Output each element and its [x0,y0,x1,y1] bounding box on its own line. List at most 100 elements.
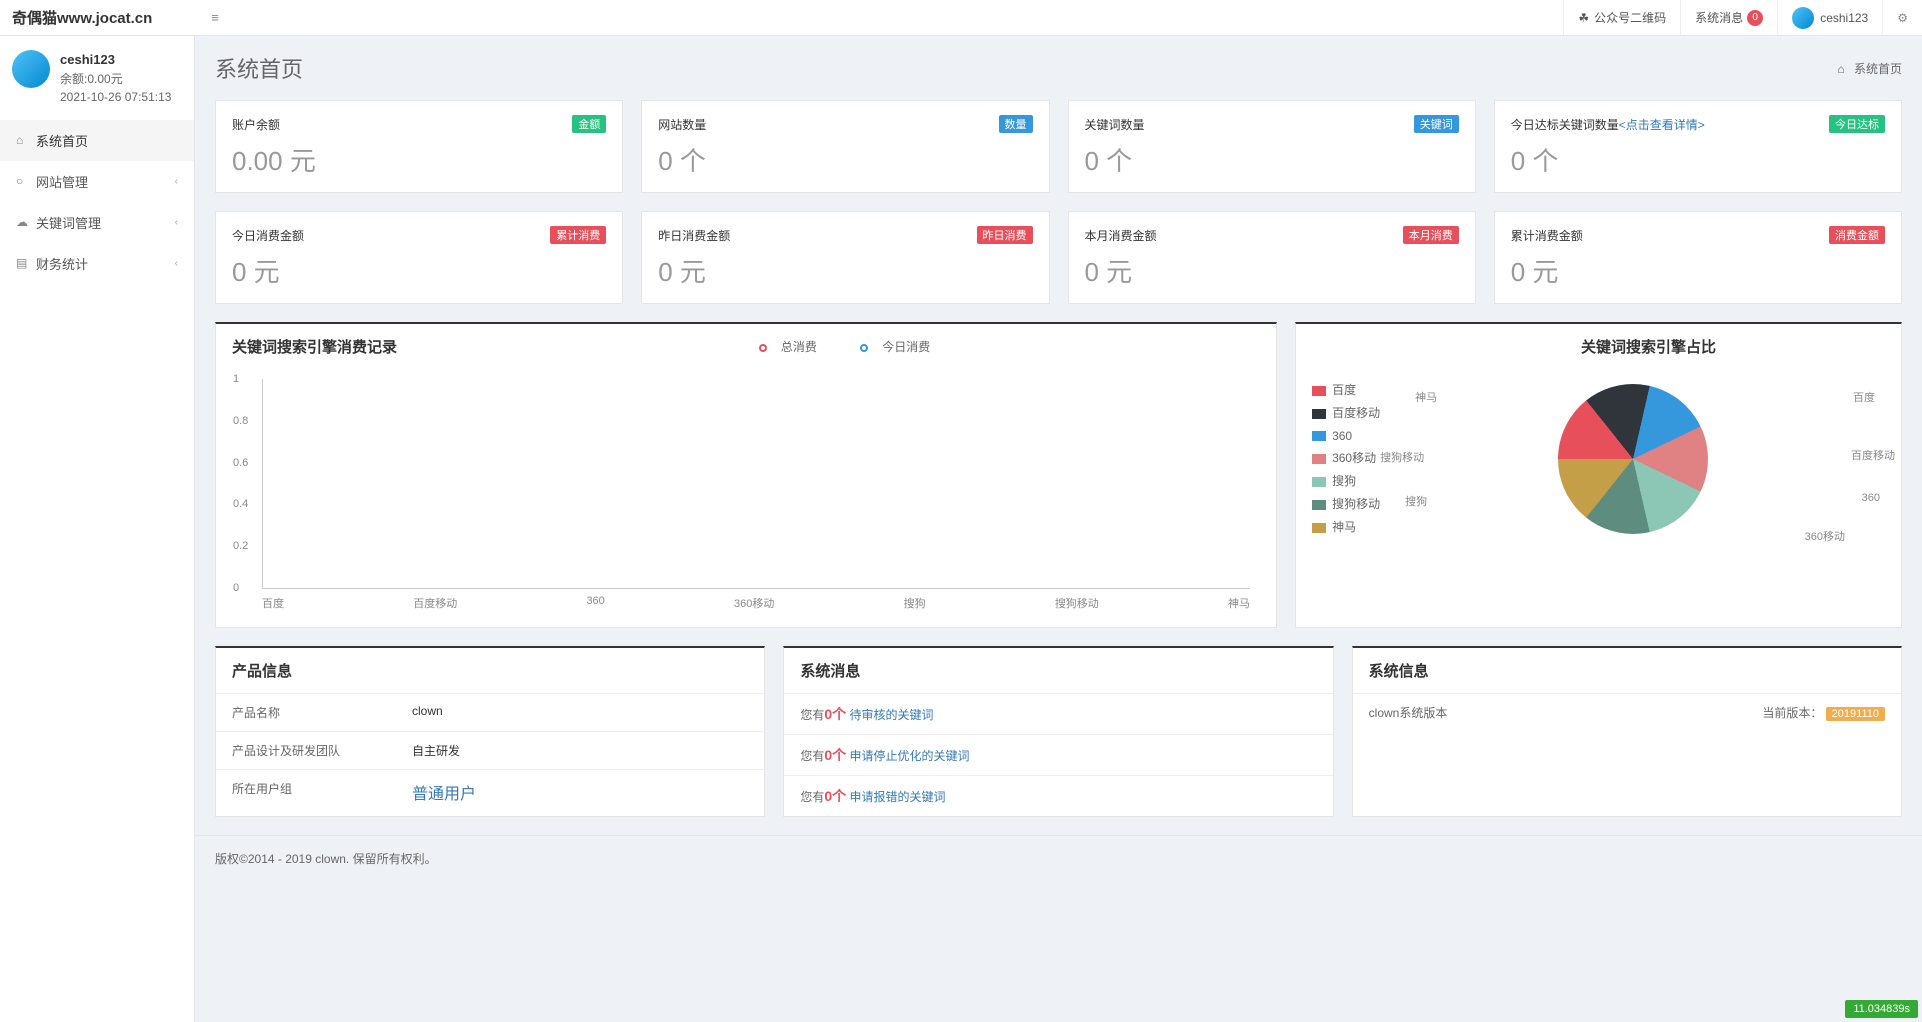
nav-item[interactable]: ○网站管理‹ [0,161,194,202]
stat-card: 今日消费金额累计消费0 元 [215,211,623,304]
home-icon[interactable]: ⌂ [1837,62,1844,76]
ytick: 0.4 [233,498,248,510]
card-label: 昨日消费金额 [658,227,730,244]
card-tag: 金额 [572,115,606,133]
card-value: 0 元 [658,252,1032,289]
pie-legend-item: 神马 [1312,516,1380,539]
legend-dot-1 [759,344,767,352]
legend-name: 搜狗 [1332,474,1356,488]
msg-link[interactable]: 待审核的关键词 [849,708,933,722]
info-key: 产品名称 [232,704,412,721]
card-value: 0 元 [232,252,606,289]
sysinfo-panel: 系统信息 clown系统版本 当前版本： 20191110 [1352,646,1902,817]
sysmsg-link[interactable]: 系统消息 0 [1680,0,1777,35]
card-label: 今日达标关键词数量 [1511,116,1619,133]
stat-card: 账户余额 金额 0.00 元 [215,100,623,193]
main: 系统首页 ⌂ 系统首页 账户余额金额0.00 元网站数量数量0 个关键词数量关键… [195,36,1922,835]
xtick: 搜狗移动 [1055,595,1099,611]
ytick: 0.6 [233,457,248,469]
stat-card: 累计消费金额 消费金额 0 元 [1494,211,1902,304]
chevron-icon: ‹ [175,258,178,269]
msg-prefix: 您有 [800,790,824,804]
pie-legend-item: 百度 [1312,379,1380,402]
qrcode-link[interactable]: ☘ 公众号二维码 [1563,0,1680,35]
card-value: 0 个 [1085,141,1459,178]
breadcrumb-current: 系统首页 [1854,62,1902,76]
nav-label: 关键词管理 [36,213,101,232]
stat-cards-row2: 今日消费金额累计消费0 元昨日消费金额昨日消费0 元本月消费金额本月消费0 元累… [195,211,1922,304]
msg-count: 0个 [824,788,846,804]
card-label: 网站数量 [658,116,706,133]
card-label: 累计消费金额 [1511,227,1583,244]
legend-swatch [1312,386,1326,396]
legend-dot-2 [860,344,868,352]
sidebar-username: ceshi123 [60,50,171,70]
wechat-icon: ☘ [1578,11,1589,25]
legend-name: 360移动 [1332,451,1376,465]
xtick: 百度 [262,595,284,611]
nav-icon: ▤ [16,256,36,270]
sidebar-balance: 余额:0.00元 [60,70,171,88]
sysmsg-title: 系统消息 [784,648,1332,693]
nav-item[interactable]: ▤财务统计‹ [0,243,194,284]
chart-axis: 10.80.60.40.20 [262,379,1250,589]
xtick: 360移动 [734,595,774,611]
xtick: 360 [586,595,604,611]
msg-link[interactable]: 申请停止优化的关键词 [849,749,969,763]
nav-item[interactable]: ⌂系统首页 [0,120,194,161]
sysinfo-label: 当前版本： [1762,706,1822,720]
version-tag: 20191110 [1826,707,1885,721]
pie-legend: 百度百度移动360360移动搜狗搜狗移动神马 [1312,379,1380,539]
ytick: 0.2 [233,540,248,552]
pie-slice-label: 百度移动 [1851,447,1895,463]
msg-row: 您有0个 申请报错的关键词 [784,775,1332,816]
card-label: 账户余额 [232,116,280,133]
sysmsg-label: 系统消息 [1695,9,1743,26]
card-value: 0 元 [1511,252,1885,289]
card-tag: 昨日消费 [977,226,1033,244]
nav-item[interactable]: ☁关键词管理‹ [0,202,194,243]
pie-chart-panel: 关键词搜索引擎占比 百度百度移动360360移动搜狗搜狗移动神马 百度 百度移动… [1295,322,1902,628]
pie-graphic [1558,384,1708,534]
pie-chart-title: 关键词搜索引擎占比 [1396,324,1901,369]
settings-button[interactable]: ⚙ [1882,0,1922,35]
line-chart-title: 关键词搜索引擎消费记录 [216,324,413,369]
card-tag: 消费金额 [1829,226,1885,244]
qrcode-label: 公众号二维码 [1594,9,1666,26]
legend-swatch [1312,523,1326,533]
nav-label: 系统首页 [36,131,88,150]
sysmsg-panel: 系统消息 您有0个 待审核的关键词您有0个 申请停止优化的关键词您有0个 申请报… [783,646,1333,817]
legend-swatch [1312,409,1326,419]
legend-swatch [1312,431,1326,441]
legend-name: 百度移动 [1332,406,1380,420]
card-value: 0 个 [658,141,1032,178]
info-row: 所在用户组普通用户 [216,769,764,814]
footer: 版权©2014 - 2019 clown. 保留所有权利。 [195,835,1922,881]
info-value: clown [412,704,443,721]
card-tag: 今日达标 [1829,115,1885,133]
msg-row: 您有0个 待审核的关键词 [784,693,1332,734]
header: 奇偶猫www.jocat.cn ≡ ☘ 公众号二维码 系统消息 0 ceshi1… [0,0,1922,36]
info-key: 所在用户组 [232,780,412,804]
stat-card: 今日达标关键词数量<点击查看详情>今日达标0 个 [1494,100,1902,193]
card-link[interactable]: <点击查看详情> [1619,116,1705,133]
info-key: 产品设计及研发团队 [232,742,412,759]
msg-row: 您有0个 申请停止优化的关键词 [784,734,1332,775]
card-value: 0.00 元 [232,141,606,178]
pie-legend-item: 搜狗 [1312,470,1380,493]
pie-legend-item: 360移动 [1312,447,1380,470]
info-value[interactable]: 普通用户 [412,780,476,804]
menu-toggle[interactable]: ≡ [195,10,235,25]
user-menu[interactable]: ceshi123 [1777,0,1882,35]
pie-legend-item: 百度移动 [1312,402,1380,425]
user-block: ceshi123 余额:0.00元 2021-10-26 07:51:13 [0,36,194,120]
msg-prefix: 您有 [800,708,824,722]
stat-card: 关键词数量关键词0 个 [1068,100,1476,193]
pie-legend-item: 360 [1312,425,1380,448]
avatar [12,50,50,88]
msg-link[interactable]: 申请报错的关键词 [849,790,945,804]
chart-xticks: 百度百度移动360360移动搜狗搜狗移动神马 [262,595,1250,611]
card-label: 关键词数量 [1085,116,1145,133]
legend-name: 百度 [1332,383,1356,397]
msg-prefix: 您有 [800,749,824,763]
